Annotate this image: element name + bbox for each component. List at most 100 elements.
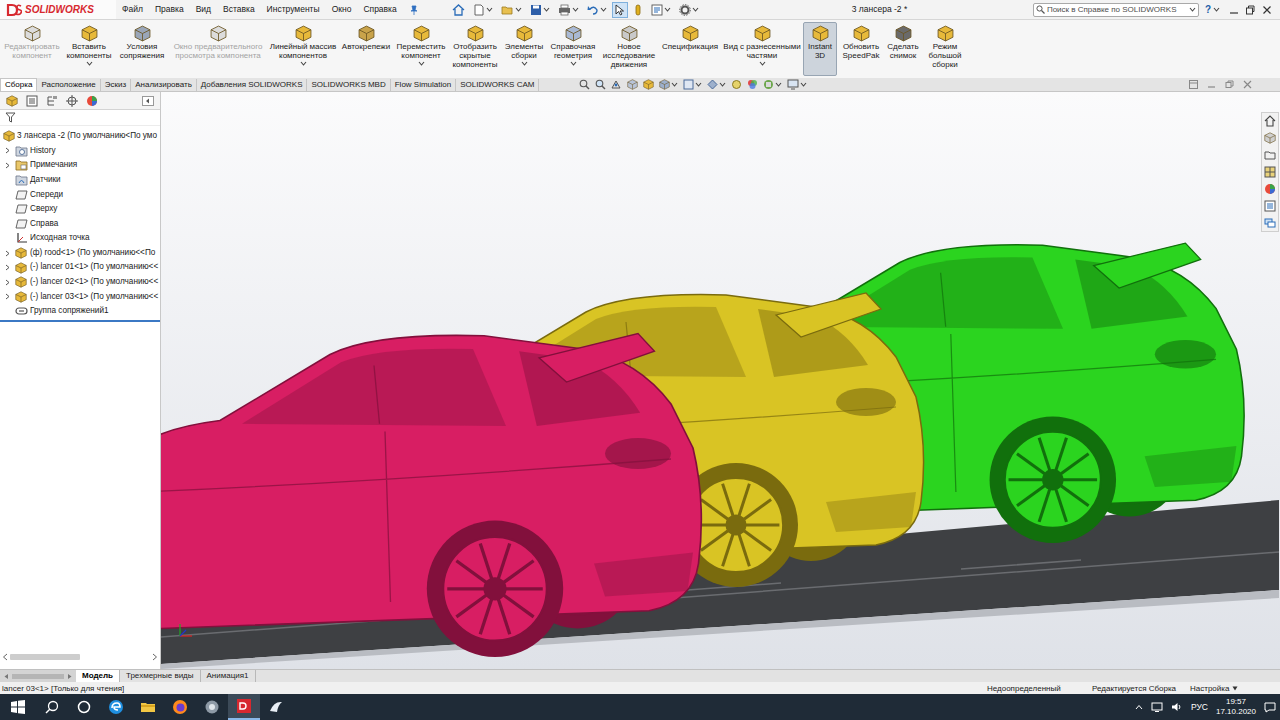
tile-icon[interactable] — [1189, 80, 1198, 89]
menu-item[interactable]: Правка — [155, 3, 184, 16]
rollback-bar[interactable] — [0, 320, 160, 322]
view-palette-icon[interactable] — [1263, 165, 1277, 179]
view-orientation-icon[interactable] — [659, 79, 670, 90]
dropdown-icon[interactable] — [800, 82, 807, 87]
tree-item[interactable]: History — [0, 144, 160, 159]
tree-item[interactable]: (-) lancer 03<1> (По умолчанию<< — [0, 290, 160, 305]
apply-scene-icon[interactable] — [747, 79, 758, 90]
quick-access-button[interactable] — [612, 2, 628, 18]
command-tab[interactable]: Flow Simulation — [391, 79, 456, 91]
command-button[interactable]: Спецификация — [659, 22, 721, 76]
quick-access-button[interactable] — [555, 2, 582, 18]
dropdown-icon[interactable] — [1213, 7, 1220, 12]
section-view-icon[interactable] — [627, 79, 638, 90]
taskbar-app[interactable] — [260, 694, 292, 720]
tree-item[interactable]: Группа сопряжений1 — [0, 304, 160, 319]
previous-view-icon[interactable] — [611, 79, 622, 90]
file-explorer-icon[interactable] — [1263, 148, 1277, 162]
scroll-right-icon[interactable] — [67, 673, 73, 680]
quick-access-button[interactable] — [527, 2, 553, 18]
horizontal-scrollbar[interactable] — [0, 651, 160, 663]
command-tab[interactable]: Сборка — [0, 78, 37, 91]
command-button[interactable]: Вид с разнесенными частями — [722, 22, 802, 76]
status-field[interactable]: Настройка — [1190, 683, 1278, 694]
expand-slot[interactable] — [3, 279, 12, 286]
dropdown-slot[interactable] — [570, 60, 577, 66]
clock[interactable]: 19:5717.10.2020 — [1216, 697, 1256, 717]
menu-item[interactable]: Вставка — [223, 3, 255, 16]
dropdown-icon[interactable] — [1189, 7, 1196, 12]
tree-item[interactable]: Спереди — [0, 187, 160, 202]
quick-access-button[interactable] — [630, 2, 646, 18]
scroll-thumb[interactable] — [10, 654, 80, 660]
dropdown-slot[interactable] — [300, 60, 307, 66]
search-input[interactable] — [1047, 4, 1187, 16]
command-tab[interactable]: Расположение — [37, 79, 100, 91]
menu-item[interactable]: Вид — [196, 3, 211, 16]
command-button[interactable]: Вставить компоненты — [63, 22, 115, 76]
search-icon[interactable] — [36, 694, 68, 720]
model-view[interactable] — [161, 92, 1280, 669]
quick-access-button[interactable] — [449, 2, 468, 18]
logo[interactable]: SOLIDWORKS — [0, 0, 116, 19]
command-tab[interactable]: Эскиз — [101, 79, 131, 91]
filter-icon[interactable] — [5, 112, 16, 123]
notifications-icon[interactable] — [1264, 702, 1276, 713]
command-tab[interactable]: SOLIDWORKS MBD — [307, 79, 390, 91]
expand-slot[interactable] — [3, 264, 12, 271]
appearances-icon[interactable] — [1263, 182, 1277, 196]
tree-item[interactable]: Датчики — [0, 173, 160, 188]
hide-show-icon[interactable] — [707, 79, 718, 90]
expand-slot[interactable] — [3, 147, 12, 154]
dimxpert-icon[interactable] — [66, 95, 78, 107]
show-hidden-icons-icon[interactable] — [1135, 704, 1143, 710]
edit-appearance-icon[interactable] — [731, 79, 742, 90]
configuration-manager-icon[interactable] — [46, 95, 58, 107]
feature-manager-icon[interactable] — [6, 95, 18, 107]
command-button[interactable]: Новое исследование движения — [600, 22, 658, 77]
quick-access-button[interactable] — [498, 2, 525, 18]
expand-slot[interactable] — [3, 250, 12, 257]
menu-item[interactable]: Справка — [363, 3, 396, 16]
cortana-icon[interactable] — [68, 694, 100, 720]
start-icon[interactable] — [0, 694, 36, 720]
taskbar-app[interactable] — [132, 694, 164, 720]
taskbar-app[interactable] — [164, 694, 196, 720]
dropdown-icon[interactable] — [486, 7, 493, 12]
restore-icon[interactable] — [1225, 80, 1234, 89]
quick-access-button[interactable] — [676, 2, 702, 18]
command-button[interactable]: Сделать снимок — [885, 22, 921, 76]
dropdown-icon[interactable] — [572, 7, 579, 12]
menu-item[interactable]: Окно — [332, 3, 352, 16]
design-library-icon[interactable] — [1263, 131, 1277, 145]
close-icon[interactable] — [1243, 80, 1252, 89]
tree-item[interactable]: (ф) rood<1> (По умолчанию<<По — [0, 246, 160, 261]
display-style-icon[interactable] — [683, 79, 694, 90]
zoom-area-icon[interactable] — [595, 79, 606, 90]
command-button[interactable]: Переместить компонент — [394, 22, 448, 76]
menu-item[interactable]: Инструменты — [267, 3, 320, 16]
minimize-icon[interactable] — [1226, 5, 1242, 15]
dropdown-slot[interactable] — [759, 60, 766, 66]
command-button[interactable]: Режим большой сборки — [922, 22, 968, 77]
command-button[interactable]: Автокрепежи — [339, 22, 393, 76]
restore-icon[interactable] — [1242, 5, 1258, 15]
dropdown-icon[interactable] — [543, 7, 550, 12]
graphics-area[interactable] — [161, 92, 1280, 669]
expand-slot[interactable] — [3, 162, 12, 169]
help-button[interactable]: ? — [1203, 2, 1213, 17]
dropdown-icon[interactable] — [692, 7, 699, 12]
dropdown-slot[interactable] — [86, 60, 93, 66]
taskbar-app[interactable] — [228, 694, 260, 720]
dropdown-icon[interactable] — [775, 82, 782, 87]
input-language[interactable]: РУС — [1191, 701, 1208, 714]
tree-item[interactable]: Исходная точка — [0, 231, 160, 246]
display-settings-icon[interactable] — [787, 79, 799, 90]
menu-item[interactable]: Файл — [122, 3, 143, 16]
command-button[interactable]: Редактировать компонент — [2, 22, 62, 76]
zoom-fit-icon[interactable] — [579, 79, 590, 90]
dynamic-annotation-icon[interactable] — [643, 79, 654, 90]
command-button[interactable]: Условия сопряжения — [116, 22, 168, 76]
property-manager-icon[interactable] — [26, 95, 38, 107]
scroll-tabs-icon[interactable] — [142, 96, 154, 106]
